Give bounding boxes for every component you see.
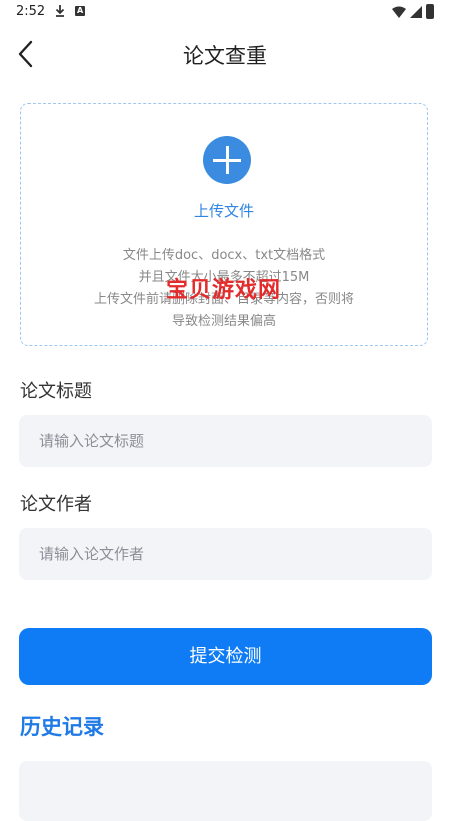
a-notification-icon: A	[75, 6, 85, 16]
upload-file-label[interactable]: 上传文件	[21, 200, 427, 221]
cellular-icon	[410, 6, 422, 18]
author-input[interactable]	[19, 528, 432, 580]
submit-button[interactable]: 提交检测	[19, 628, 432, 685]
author-label: 论文作者	[20, 494, 92, 515]
battery-icon	[426, 4, 434, 19]
upload-hint-format: 文件上传doc、docx、txt文档格式	[122, 248, 326, 263]
page-title: 论文查重	[183, 44, 267, 68]
title-label: 论文标题	[20, 381, 92, 402]
header: 论文查重	[0, 28, 450, 80]
plus-icon[interactable]	[203, 136, 251, 184]
status-time: 2:52	[16, 4, 46, 19]
history-list-item[interactable]	[19, 761, 432, 821]
history-title: 历史记录	[20, 715, 104, 739]
watermark: 宝贝游戏网	[166, 278, 282, 303]
status-bar: 2:52 A	[0, 0, 450, 24]
upload-hint-result: 导致检测结果偏高	[171, 314, 276, 329]
download-icon	[55, 5, 65, 17]
title-input[interactable]	[19, 415, 432, 467]
wifi-icon	[392, 6, 406, 18]
upload-box[interactable]: 上传文件 文件上传doc、docx、txt文档格式 并且文件大小最多不超过15M…	[20, 103, 428, 346]
